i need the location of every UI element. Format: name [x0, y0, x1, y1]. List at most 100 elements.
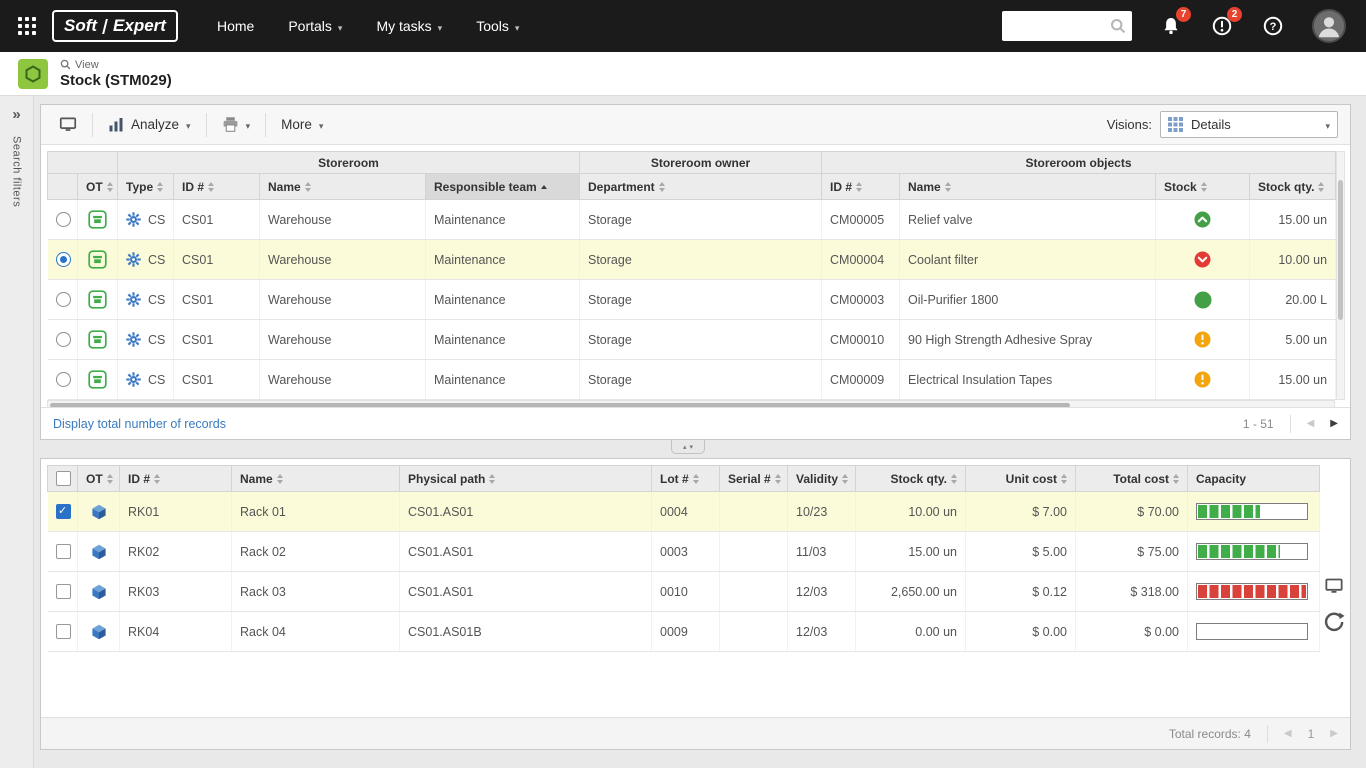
storeroom-body: CS CS01 Warehouse Maintenance Storage CM…	[48, 200, 1336, 400]
help-button[interactable]: ?	[1261, 14, 1285, 38]
storeroom-id: CS01	[174, 240, 260, 280]
objects-pager: Total records: 4 1	[1169, 725, 1338, 743]
column-header-unit-cost-9[interactable]: Unit cost	[966, 466, 1076, 492]
total-cost: $ 70.00	[1076, 492, 1188, 532]
analyze-button[interactable]: Analyze	[96, 110, 203, 140]
next-page-button[interactable]	[1330, 418, 1338, 429]
column-header-stock-qty-10[interactable]: Stock qty.	[1250, 174, 1336, 200]
maximize-button[interactable]	[1324, 577, 1344, 595]
storeroom-header-row: OTTypeID #NameResponsible teamDepartment…	[48, 174, 1336, 200]
rack-id: RK04	[120, 612, 232, 652]
notifications-button[interactable]: 7	[1159, 14, 1183, 38]
column-header-ot-1[interactable]: OT	[78, 174, 118, 200]
object-id: CM00009	[822, 360, 900, 400]
nav-portals[interactable]: Portals	[271, 0, 359, 52]
more-button[interactable]: More	[269, 110, 335, 140]
details-grid-icon	[1168, 117, 1183, 132]
rack-name: Rack 03	[232, 572, 400, 612]
storeroom-row-4[interactable]: CS CS01 Warehouse Maintenance Storage CM…	[48, 360, 1336, 400]
sort-icon	[1201, 182, 1207, 192]
nav-tools[interactable]: Tools	[459, 0, 536, 52]
pending-items-button[interactable]: 2	[1210, 14, 1234, 38]
storeroom-row-0[interactable]: CS CS01 Warehouse Maintenance Storage CM…	[48, 200, 1336, 240]
toolbar-separator	[265, 113, 266, 137]
storeroom-icon	[88, 370, 107, 389]
vertical-scrollbar-thumb[interactable]	[1338, 180, 1343, 320]
softexpert-logo[interactable]: Soft Expert	[52, 10, 178, 42]
record-range: 1 - 51	[1243, 417, 1274, 431]
column-header-name-4[interactable]: Name	[260, 174, 426, 200]
department: Storage	[580, 360, 822, 400]
monitor-icon	[1324, 577, 1344, 595]
column-header-stock-9[interactable]: Stock	[1156, 174, 1250, 200]
refresh-button[interactable]	[1323, 611, 1345, 633]
column-header-serial-6[interactable]: Serial #	[720, 466, 788, 492]
column-header-ot-1[interactable]: OT	[78, 466, 120, 492]
row-select-radio[interactable]	[56, 332, 71, 347]
chevron-down-icon	[338, 18, 343, 34]
column-header-department-6[interactable]: Department	[580, 174, 822, 200]
print-button[interactable]	[210, 110, 263, 140]
column-header-id-7[interactable]: ID #	[822, 174, 900, 200]
display-total-link[interactable]: Display total number of records	[53, 417, 226, 431]
column-header-name-8[interactable]: Name	[900, 174, 1156, 200]
search-icon[interactable]	[1110, 18, 1126, 39]
department: Storage	[580, 200, 822, 240]
rack-id: RK01	[120, 492, 232, 532]
refresh-icon	[1323, 611, 1345, 633]
app-launcher-button[interactable]	[14, 13, 40, 39]
search-filters-panel: Search filters	[0, 96, 34, 768]
stock-qty: 15.00 un	[856, 532, 966, 572]
storeroom-row-3[interactable]: CS CS01 Warehouse Maintenance Storage CM…	[48, 320, 1336, 360]
display-mode-button[interactable]	[47, 110, 89, 140]
column-header-responsible-team-5[interactable]: Responsible team	[426, 174, 580, 200]
select-all-checkbox[interactable]	[56, 471, 71, 486]
column-header-total-cost-10[interactable]: Total cost	[1076, 466, 1188, 492]
column-header-lot-5[interactable]: Lot #	[652, 466, 720, 492]
rack-row-0[interactable]: RK01 Rack 01 CS01.AS01 0004 10/23 10.00 …	[48, 492, 1320, 532]
stock-qty: 20.00 L	[1250, 280, 1336, 320]
visions-select[interactable]: Details	[1160, 111, 1338, 138]
storeroom-row-1[interactable]: CS CS01 Warehouse Maintenance Storage CM…	[48, 240, 1336, 280]
svg-text:?: ?	[1270, 21, 1277, 33]
column-header-physical-path-4[interactable]: Physical path	[400, 466, 652, 492]
column-header-validity-7[interactable]: Validity	[788, 466, 856, 492]
lot: 0003	[652, 532, 720, 572]
next-page-button[interactable]	[1330, 728, 1338, 739]
rack-row-3[interactable]: RK04 Rack 04 CS01.AS01B 0009 12/03 0.00 …	[48, 612, 1320, 652]
row-select-checkbox[interactable]	[56, 504, 71, 519]
help-icon: ?	[1263, 16, 1283, 36]
stock-qty: 15.00 un	[1250, 360, 1336, 400]
row-select-radio[interactable]	[56, 372, 71, 387]
gear-icon	[126, 292, 141, 307]
rack-name: Rack 04	[232, 612, 400, 652]
row-select-radio[interactable]	[56, 212, 71, 227]
column-header-type-2[interactable]: Type	[118, 174, 174, 200]
row-select-radio[interactable]	[56, 292, 71, 307]
user-avatar[interactable]	[1312, 9, 1346, 43]
row-select-checkbox[interactable]	[56, 584, 71, 599]
panel-splitter-handle[interactable]	[671, 440, 705, 454]
rack-row-2[interactable]: RK03 Rack 03 CS01.AS01 0010 12/03 2,650.…	[48, 572, 1320, 612]
sort-icon	[693, 474, 699, 484]
rack-row-1[interactable]: RK02 Rack 02 CS01.AS01 0003 11/03 15.00 …	[48, 532, 1320, 572]
object-cube-icon	[91, 624, 107, 640]
row-select-radio[interactable]	[56, 252, 71, 267]
column-header-stock-qty-8[interactable]: Stock qty.	[856, 466, 966, 492]
object-name: Coolant filter	[900, 240, 1156, 280]
expand-filters-button[interactable]	[12, 106, 20, 124]
checkbox-column-header	[48, 466, 78, 492]
storeroom-row-2[interactable]: CS CS01 Warehouse Maintenance Storage CM…	[48, 280, 1336, 320]
column-header-capacity-11: Capacity	[1188, 466, 1320, 492]
nav-my-tasks[interactable]: My tasks	[359, 0, 459, 52]
nav-home[interactable]: Home	[200, 0, 271, 52]
column-header-id-2[interactable]: ID #	[120, 466, 232, 492]
column-header-name-3[interactable]: Name	[232, 466, 400, 492]
type-value: CS	[148, 213, 165, 227]
prev-page-button[interactable]	[1284, 728, 1292, 739]
column-header-id-3[interactable]: ID #	[174, 174, 260, 200]
row-select-checkbox[interactable]	[56, 624, 71, 639]
prev-page-button[interactable]	[1307, 418, 1315, 429]
row-select-checkbox[interactable]	[56, 544, 71, 559]
physical-path: CS01.AS01	[400, 492, 652, 532]
